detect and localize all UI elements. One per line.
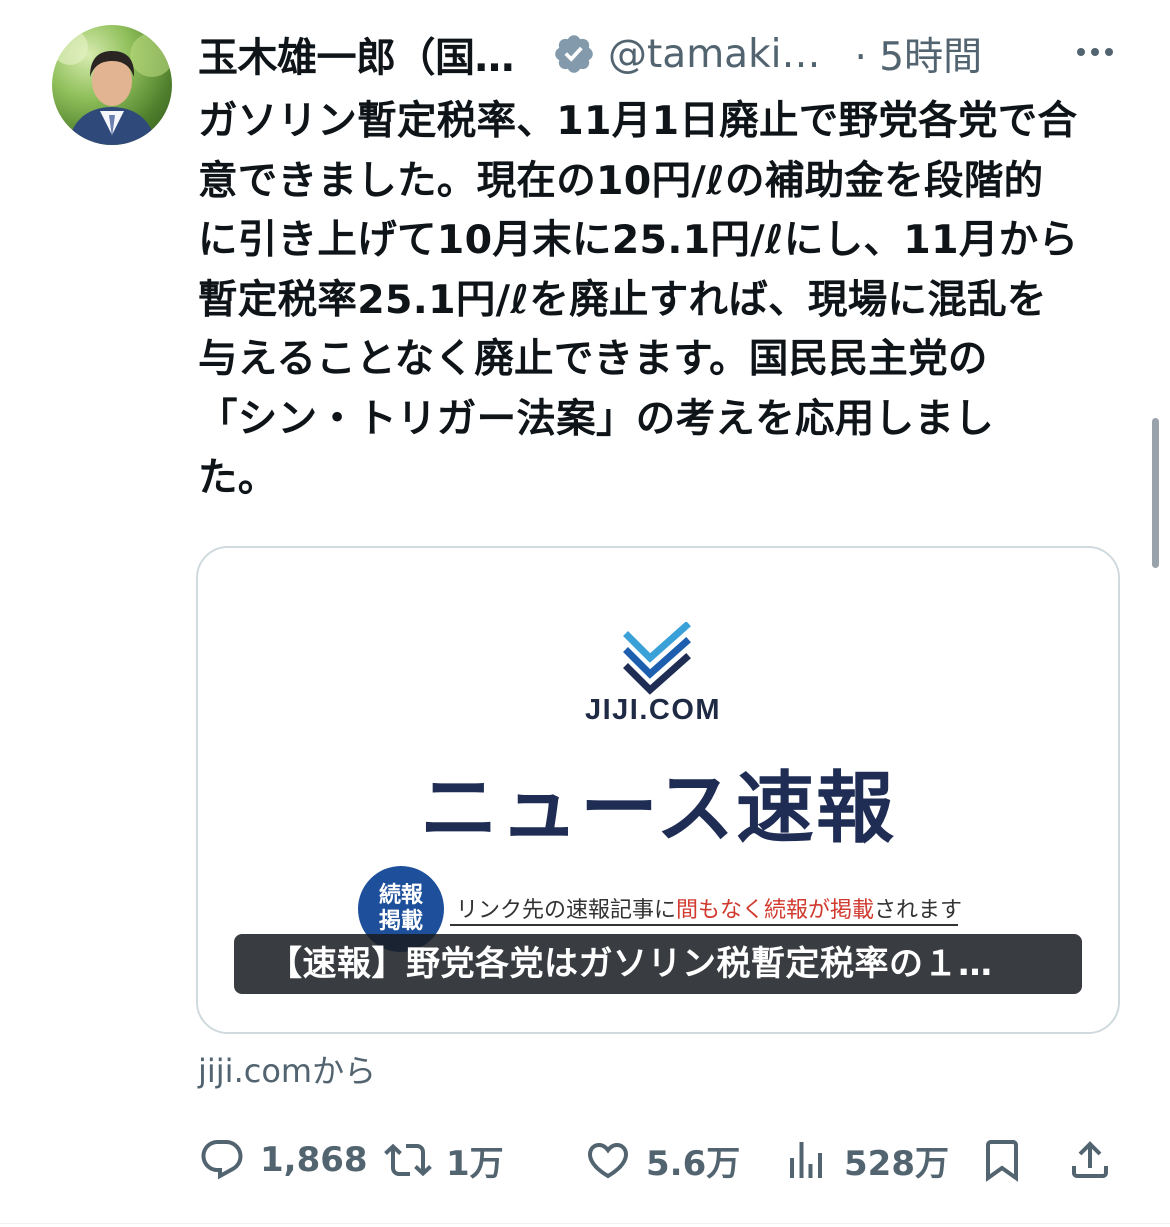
tweet-text-line: 意できました。現在の10円/ℓの補助金を段階的 — [198, 157, 1044, 204]
like-icon — [587, 1143, 629, 1179]
notice-prefix: リンク先の速報記事に — [456, 898, 677, 923]
tweet-text-line: 暫定税率25.1円/ℓを廃止すれば、現場に混乱を — [198, 276, 1047, 323]
bottom-divider — [0, 1223, 1170, 1224]
link-source[interactable]: jiji.comから — [198, 1046, 376, 1092]
bookmark-icon — [986, 1140, 1018, 1182]
author-handle[interactable]: @tamaki… — [608, 32, 821, 77]
action-bar: 1,868 1万 5.6万 528万 — [198, 1130, 1118, 1190]
tweet-text-line: に引き上げて10月末に25.1円/ℓにし、11月から — [198, 217, 1079, 263]
verified-badge-icon[interactable] — [552, 32, 596, 76]
like-count: 5.6万 — [646, 1143, 741, 1184]
card-image-title: ニュース速報 — [419, 764, 897, 854]
badge-line: 続報 — [378, 883, 423, 908]
follow-up-notice: リンク先の速報記事に間もなく続報が掲載されます — [456, 892, 962, 924]
tweet-header: 玉木雄一郎（国… @tamaki… · 5時間 — [198, 22, 1123, 86]
views-icon — [790, 1142, 822, 1178]
scrollbar[interactable] — [1152, 418, 1159, 568]
notice-highlight: 間もなく続報が掲載 — [676, 898, 875, 923]
tweet-timestamp[interactable]: · 5時間 — [855, 26, 983, 82]
retweet-count: 1万 — [446, 1143, 504, 1184]
reply-icon — [201, 1140, 243, 1180]
link-card[interactable]: JIJI.COM ニュース速報 続報 掲載 リンク先の速報記事に間もなく続報が掲… — [196, 546, 1120, 1034]
like-button[interactable]: 5.6万 — [584, 1130, 740, 1190]
badge-line: 掲載 — [378, 909, 423, 934]
retweet-icon — [384, 1143, 432, 1177]
jiji-wordmark: JIJI.COM — [584, 694, 722, 726]
views-button[interactable]: 528万 — [782, 1130, 949, 1190]
reply-button[interactable]: 1,868 — [198, 1130, 368, 1190]
jiji-logo-icon — [623, 622, 691, 695]
share-button[interactable] — [1066, 1130, 1114, 1190]
notice-underline — [450, 924, 958, 926]
retweet-button[interactable]: 1万 — [384, 1130, 504, 1190]
tweet-text-line: た。 — [198, 455, 278, 501]
avatar[interactable] — [52, 25, 172, 145]
reply-count: 1,868 — [260, 1140, 368, 1180]
avatar-photo — [52, 29, 172, 145]
tweet-text-line: ガソリン暫定税率、11月1日廃止で野党各党で合 — [198, 98, 1078, 144]
bookmark-button[interactable] — [978, 1130, 1026, 1190]
link-card-caption[interactable]: 【速報】野党各党はガソリン税暫定税率の１… — [234, 934, 1082, 994]
views-count: 528万 — [844, 1143, 949, 1184]
tweet-text-line: 与えることなく廃止できます。国民民主党の — [198, 336, 988, 382]
tweet-text-line: 「シン・トリガー法案」の考えを応用しまし — [198, 395, 994, 442]
notice-suffix: されます — [874, 898, 963, 923]
more-icon[interactable] — [1071, 32, 1119, 72]
share-icon — [1072, 1141, 1108, 1178]
author-name[interactable]: 玉木雄一郎（国… — [198, 25, 515, 83]
tweet-text: ガソリン暫定税率、11月1日廃止で野党各党で合 意できました。現在の10円/ℓの… — [198, 92, 1118, 509]
